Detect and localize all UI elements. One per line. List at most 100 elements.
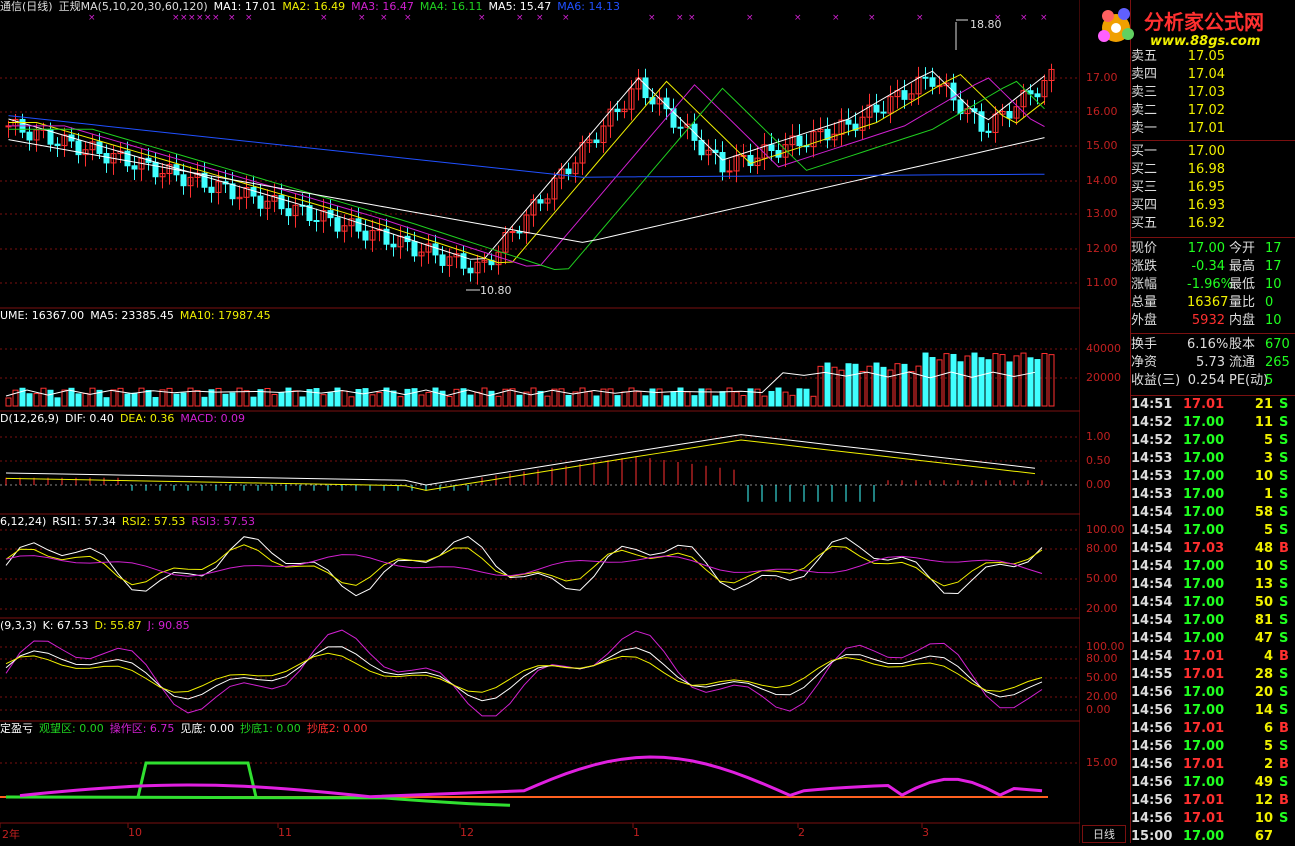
ask-row-label: 卖三 — [1131, 85, 1158, 100]
rsi-value-2: RSI2: 57.53 — [121, 515, 186, 528]
stats-row: 换手 6.16% 股本 670 — [1131, 336, 1295, 354]
volume-bar — [271, 394, 278, 407]
bid-row: 买二 16.98 — [1131, 161, 1295, 179]
volume-bar — [390, 390, 397, 407]
tick-side: B — [1279, 541, 1289, 556]
volume-bar — [859, 370, 866, 407]
stats-row-label: 收益(三) — [1131, 373, 1181, 388]
tick-price: 17.01 — [1183, 397, 1225, 412]
volume-bar — [418, 394, 425, 407]
volume-bar — [103, 397, 110, 407]
volume-bar — [264, 387, 271, 407]
quote-row-value2: 17 — [1265, 241, 1282, 256]
volume-axis-label: 20000 — [1086, 371, 1121, 384]
tick-volume: 10 — [1254, 559, 1273, 574]
ma-value-2: MA3: 16.47 — [351, 0, 414, 13]
tick-row: 14:56 17.01 6 B — [1131, 720, 1295, 738]
panel-divider — [1130, 140, 1295, 141]
tick-row: 14:54 17.00 5 S — [1131, 522, 1295, 540]
price-axis-label: 14.00 — [1086, 174, 1118, 187]
candle — [726, 170, 733, 173]
quote-row-value: 16367 — [1187, 295, 1229, 310]
volume-bar — [803, 388, 810, 407]
volume-bar — [495, 395, 502, 407]
tick-volume: 47 — [1254, 631, 1273, 646]
indicator-axis-label: 15.00 — [1086, 756, 1118, 769]
tick-side: S — [1279, 433, 1289, 448]
volume-bar — [5, 397, 12, 407]
volume-bar — [362, 388, 369, 407]
tick-volume: 2 — [1263, 757, 1273, 772]
low-price-marker: 10.80 — [480, 284, 512, 297]
tick-side: S — [1279, 667, 1289, 682]
volume-bar — [89, 387, 96, 407]
volume-bar — [54, 397, 61, 407]
signal-mark: × — [228, 13, 236, 23]
volume-bar — [922, 352, 929, 407]
quote-row-label: 涨跌 — [1131, 259, 1158, 274]
stats-row: 收益(三) 0.254 PE(动) 5 — [1131, 372, 1295, 390]
tick-row: 14:56 17.00 5 S — [1131, 738, 1295, 756]
volume-bar — [873, 362, 880, 407]
candle — [698, 139, 705, 156]
tick-volume: 21 — [1254, 397, 1273, 412]
tick-side: S — [1279, 739, 1289, 754]
rsi-axis-label: 80.00 — [1086, 542, 1118, 555]
bid-row-value: 16.95 — [1187, 180, 1225, 195]
volume-bar — [173, 393, 180, 407]
candle — [642, 77, 649, 99]
quote-row-label2: 今开 — [1229, 241, 1256, 256]
quote-row-label2: 最低 — [1229, 277, 1256, 292]
date-axis-label: 11 — [278, 826, 292, 839]
tick-price: 17.00 — [1183, 415, 1225, 430]
quote-row-label: 涨幅 — [1131, 277, 1158, 292]
panel-divider — [1130, 333, 1295, 334]
logo-url: www.88gs.com — [1150, 34, 1261, 49]
period-button[interactable]: 日线 — [1082, 825, 1126, 843]
volume-bar — [614, 395, 621, 407]
volume-bar — [243, 390, 250, 407]
volume-bar — [285, 387, 292, 407]
macd-value-3: MACD: 0.09 — [180, 412, 246, 425]
tick-price: 17.01 — [1183, 649, 1225, 664]
rsi-axis-label: 20.00 — [1086, 602, 1118, 615]
candle — [1034, 93, 1041, 98]
tick-row: 15:00 17.00 67 — [1131, 828, 1295, 846]
kdj-axis-label: 20.00 — [1086, 690, 1118, 703]
tick-row: 14:54 17.00 81 S — [1131, 612, 1295, 630]
candle — [103, 152, 110, 164]
ma-value-3: MA4: 16.11 — [419, 0, 483, 13]
candle — [54, 143, 61, 147]
watch-zone-line — [5, 795, 511, 807]
volume-bar — [936, 359, 943, 407]
stats-row: 净资 5.73 流通 265 — [1131, 354, 1295, 372]
volume-bar — [544, 395, 551, 407]
tick-volume: 4 — [1263, 649, 1273, 664]
tick-side: S — [1279, 451, 1289, 466]
tick-side: B — [1279, 757, 1289, 772]
volume-bar — [621, 391, 628, 407]
tick-volume: 48 — [1254, 541, 1273, 556]
signal-mark: × — [648, 13, 656, 23]
kdj-pane-header: (9,3,3) K: 67.53 D: 55.87 J: 90.85 — [0, 619, 196, 633]
volume-bar — [656, 388, 663, 407]
quote-row-label: 现价 — [1131, 241, 1158, 256]
volume-bar — [607, 388, 614, 407]
tick-side: S — [1279, 703, 1289, 718]
tick-side: S — [1279, 505, 1289, 520]
macd-value-0: D(12,26,9) — [0, 412, 60, 425]
tick-time: 14:54 — [1131, 523, 1173, 538]
tick-price: 17.00 — [1183, 775, 1225, 790]
signal-mark: × — [562, 13, 570, 23]
volume-bar — [551, 388, 558, 407]
vol-value-0: UME: 16367.00 — [0, 309, 85, 322]
volume-bar — [40, 387, 47, 407]
volume-bar — [887, 369, 894, 407]
signal-mark: × — [320, 13, 328, 23]
candle — [439, 254, 446, 266]
signal-mark: × — [180, 13, 188, 23]
kline-chart-area[interactable]: 18.80 10.80 × × × × × × × × × × × × × × × × × × × × × × × × × × × × 通… — [0, 0, 1080, 843]
tick-time: 14:54 — [1131, 541, 1173, 556]
tick-price: 17.00 — [1183, 703, 1225, 718]
tick-volume: 10 — [1254, 811, 1273, 826]
